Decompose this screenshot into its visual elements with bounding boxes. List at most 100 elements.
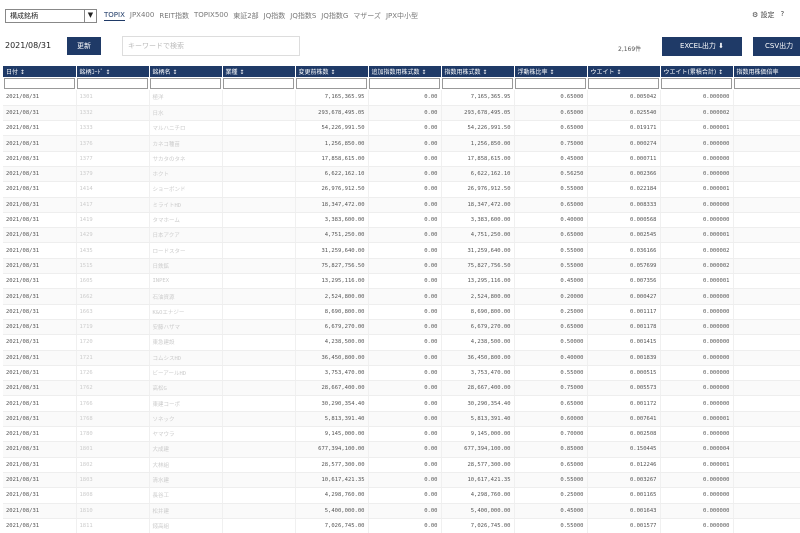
table-row[interactable]: 2021/08/31 1435 ロードスター 31,259,640.00 0.00 31,… bbox=[3, 242, 800, 259]
table-cell: 0.000000 bbox=[660, 197, 734, 213]
column-filter-input[interactable] bbox=[588, 78, 659, 89]
column-filter-input[interactable] bbox=[150, 78, 221, 89]
table-cell: 10,617,421.35 bbox=[441, 472, 515, 489]
table-cell: 0.000000 bbox=[660, 395, 734, 412]
table-row[interactable]: 2021/08/31 1333 マルハニチロ 54,226,991.50 0.00 54,… bbox=[3, 120, 800, 137]
table-cell: 9,145,000.00 bbox=[295, 426, 369, 443]
table-row[interactable]: 2021/08/31 1662 石油資源 2,524,800.00 0.00 2,524,… bbox=[3, 288, 800, 305]
excel-export-label: EXCEL出力 bbox=[679, 42, 716, 50]
table-row[interactable]: 2021/08/31 1766 東建コーポ 30,290,354.40 0.00 30,2… bbox=[3, 395, 800, 412]
tab-jpx400[interactable]: JPX400 bbox=[130, 11, 154, 21]
tab-jq-g[interactable]: JQ指数G bbox=[321, 11, 348, 21]
table-cell bbox=[733, 304, 800, 320]
table-cell: 0.005042 bbox=[587, 90, 661, 106]
update-button[interactable]: 更新 bbox=[67, 37, 101, 55]
csv-export-button[interactable]: CSV出力 bbox=[753, 37, 800, 56]
table-row[interactable]: 2021/08/31 1803 清水建 10,617,421.35 0.00 10,617… bbox=[3, 472, 800, 489]
column-header[interactable]: 浮動株比率 ↕ bbox=[514, 66, 588, 77]
table-row[interactable]: 2021/08/31 1429 日本アクア 4,751,250.00 0.00 4,751… bbox=[3, 227, 800, 244]
table-row[interactable]: 2021/08/31 1810 松井建 5,400,000.00 0.00 5,400,0… bbox=[3, 503, 800, 519]
column-filter-input[interactable] bbox=[734, 78, 800, 89]
table-cell: 0.000568 bbox=[587, 212, 661, 229]
table-row[interactable]: 2021/08/31 1780 ヤマウラ 9,145,000.00 0.00 9,145,… bbox=[3, 426, 800, 443]
column-header[interactable]: 変更前株数 ↕ bbox=[295, 66, 369, 77]
table-row[interactable]: 2021/08/31 1414 ショーボンド 26,976,912.50 0.00 26,… bbox=[3, 181, 800, 198]
tab-tse2[interactable]: 東証2部 bbox=[233, 11, 258, 21]
chevron-down-icon[interactable]: ▼ bbox=[84, 10, 96, 22]
column-header[interactable]: 銘柄ｺｰﾄﾞ ↕ bbox=[76, 66, 150, 77]
tab-topix[interactable]: TOPIX bbox=[104, 11, 125, 21]
tab-jpx-midsmall[interactable]: JPX中小型 bbox=[386, 11, 418, 21]
table-row[interactable]: 2021/08/31 1332 日水 293,678,495.05 0.00 293,67… bbox=[3, 105, 800, 122]
column-filter-input[interactable] bbox=[661, 78, 732, 89]
table-row[interactable]: 2021/08/31 1762 高松G 28,667,400.00 0.00 28,667… bbox=[3, 380, 800, 397]
tab-jq[interactable]: JQ指数 bbox=[264, 11, 286, 21]
table-row[interactable]: 2021/08/31 1663 K&Oエナジー 8,690,800.00 0.00 8,6… bbox=[3, 304, 800, 320]
table-cell: 0.55000 bbox=[514, 365, 588, 382]
table-row[interactable]: 2021/08/31 1417 ミライトHD 18,347,472.00 0.00 18,… bbox=[3, 197, 800, 213]
column-header[interactable]: 追加指数用株式数 ↕ bbox=[368, 66, 442, 77]
table-cell bbox=[733, 105, 800, 122]
column-filter-input[interactable] bbox=[442, 78, 513, 89]
column-header[interactable]: ウエイト ↕ bbox=[587, 66, 661, 77]
table-row[interactable]: 2021/08/31 1515 日鉄鉱 75,827,756.50 0.00 75,827… bbox=[3, 258, 800, 275]
tab-topix500[interactable]: TOPIX500 bbox=[194, 11, 228, 21]
keyword-search-input[interactable]: キーワードで検索 bbox=[122, 36, 300, 56]
table-cell: 0.00 bbox=[368, 120, 442, 137]
table-cell: 0.000000 bbox=[660, 288, 734, 305]
table-cell bbox=[733, 258, 800, 275]
table-cell: 1810 bbox=[76, 503, 150, 519]
table-row[interactable]: 2021/08/31 1605 INPEX 13,295,116.00 0.00 13,2… bbox=[3, 273, 800, 290]
table-row[interactable]: 2021/08/31 1808 長谷工 4,298,760.00 0.00 4,298,7… bbox=[3, 487, 800, 504]
table-cell: 2021/08/31 bbox=[3, 227, 77, 244]
data-table: 日付 ↕ 銘柄ｺｰﾄﾞ ↕ 銘柄名 ↕ 業種 ↕ 変更前株数 ↕ 追加指数用株式数 ↕ 指数… bbox=[3, 66, 800, 533]
table-row[interactable]: 2021/08/31 1419 タマホーム 3,383,600.00 0.00 3,383… bbox=[3, 212, 800, 229]
table-row[interactable]: 2021/08/31 1720 東急建設 4,238,500.00 0.00 4,238,… bbox=[3, 334, 800, 351]
column-filter-input[interactable] bbox=[369, 78, 440, 89]
table-cell: 2021/08/31 bbox=[3, 457, 77, 473]
settings-link[interactable]: ⚙ 設定 bbox=[752, 10, 775, 20]
view-select[interactable]: 構成銘柄 ▼ bbox=[5, 9, 97, 23]
table-cell: 18,347,472.00 bbox=[441, 197, 515, 213]
excel-export-button[interactable]: EXCEL出力 ⬇ bbox=[662, 37, 742, 56]
table-cell: 0.00 bbox=[368, 334, 442, 351]
table-row[interactable]: 2021/08/31 1377 サカタのタネ 17,858,615.00 0.00 17,… bbox=[3, 151, 800, 167]
table-row[interactable]: 2021/08/31 1376 カネコ種苗 1,256,850.00 0.00 1,256… bbox=[3, 135, 800, 152]
table-cell: 安藤ハザマ bbox=[149, 319, 223, 336]
table-cell: 0.000000 bbox=[660, 166, 734, 183]
column-filter-input[interactable] bbox=[515, 78, 586, 89]
table-cell: 0.65000 bbox=[514, 227, 588, 244]
column-header[interactable]: 日付 ↕ bbox=[3, 66, 77, 77]
column-filter-input[interactable] bbox=[77, 78, 148, 89]
table-row[interactable]: 2021/08/31 1301 極洋 7,165,365.95 0.00 7,165,36… bbox=[3, 90, 800, 106]
table-row[interactable]: 2021/08/31 1726 ビーアールHD 3,753,470.00 0.00 3,7… bbox=[3, 365, 800, 382]
table-cell: 1721 bbox=[76, 350, 150, 366]
table-row[interactable]: 2021/08/31 1719 安藤ハザマ 6,679,270.00 0.00 6,679… bbox=[3, 319, 800, 336]
column-filter-input[interactable] bbox=[4, 78, 75, 89]
table-cell: 0.00 bbox=[368, 151, 442, 167]
table-row[interactable]: 2021/08/31 1801 大成建 677,394,100.00 0.00 677,3… bbox=[3, 441, 800, 458]
table-cell: 2,524,800.00 bbox=[295, 288, 369, 305]
column-filter-input[interactable] bbox=[296, 78, 367, 89]
table-cell bbox=[222, 120, 296, 137]
tab-mothers[interactable]: マザーズ bbox=[353, 11, 381, 21]
table-row[interactable]: 2021/08/31 1811 錢高組 7,026,745.00 0.00 7,026,7… bbox=[3, 518, 800, 533]
table-row[interactable]: 2021/08/31 1721 コムシスHD 36,450,800.00 0.00 36,… bbox=[3, 350, 800, 366]
table-cell: 1802 bbox=[76, 457, 150, 473]
column-header[interactable]: 銘柄名 ↕ bbox=[149, 66, 223, 77]
column-header[interactable]: ウエイト(累積合計) ↕ bbox=[660, 66, 734, 77]
table-row[interactable]: 2021/08/31 1379 ホクト 6,622,162.10 0.00 6,622,1… bbox=[3, 166, 800, 183]
tab-jq-s[interactable]: JQ指数S bbox=[290, 11, 316, 21]
column-filter-input[interactable] bbox=[223, 78, 294, 89]
tab-reit[interactable]: REIT指数 bbox=[159, 11, 189, 21]
help-icon[interactable]: ? bbox=[781, 10, 785, 20]
column-filter-cell bbox=[368, 77, 441, 90]
table-row[interactable]: 2021/08/31 1802 大林組 28,577,300.00 0.00 28,577… bbox=[3, 457, 800, 473]
table-cell: 日本アクア bbox=[149, 227, 223, 244]
column-header[interactable]: 業種 ↕ bbox=[222, 66, 296, 77]
table-cell: 2021/08/31 bbox=[3, 441, 77, 458]
table-row[interactable]: 2021/08/31 1768 ソネック 5,813,391.40 0.00 5,813,… bbox=[3, 411, 800, 428]
date-field[interactable]: 2021/08/31 bbox=[5, 37, 67, 55]
column-header[interactable]: 指数用株価倍率 bbox=[733, 66, 800, 77]
column-header[interactable]: 指数用株式数 ↕ bbox=[441, 66, 515, 77]
